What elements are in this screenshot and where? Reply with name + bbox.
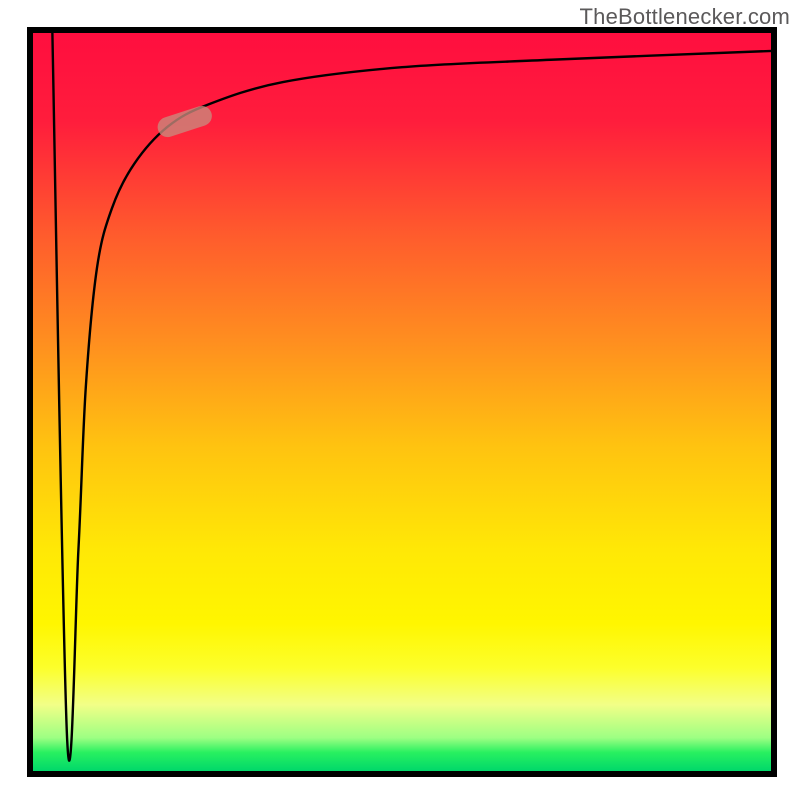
chart-svg (0, 0, 800, 800)
plot-background (33, 33, 772, 771)
chart-stage: TheBottlenecker.com (0, 0, 800, 800)
watermark-text: TheBottlenecker.com (580, 4, 790, 30)
